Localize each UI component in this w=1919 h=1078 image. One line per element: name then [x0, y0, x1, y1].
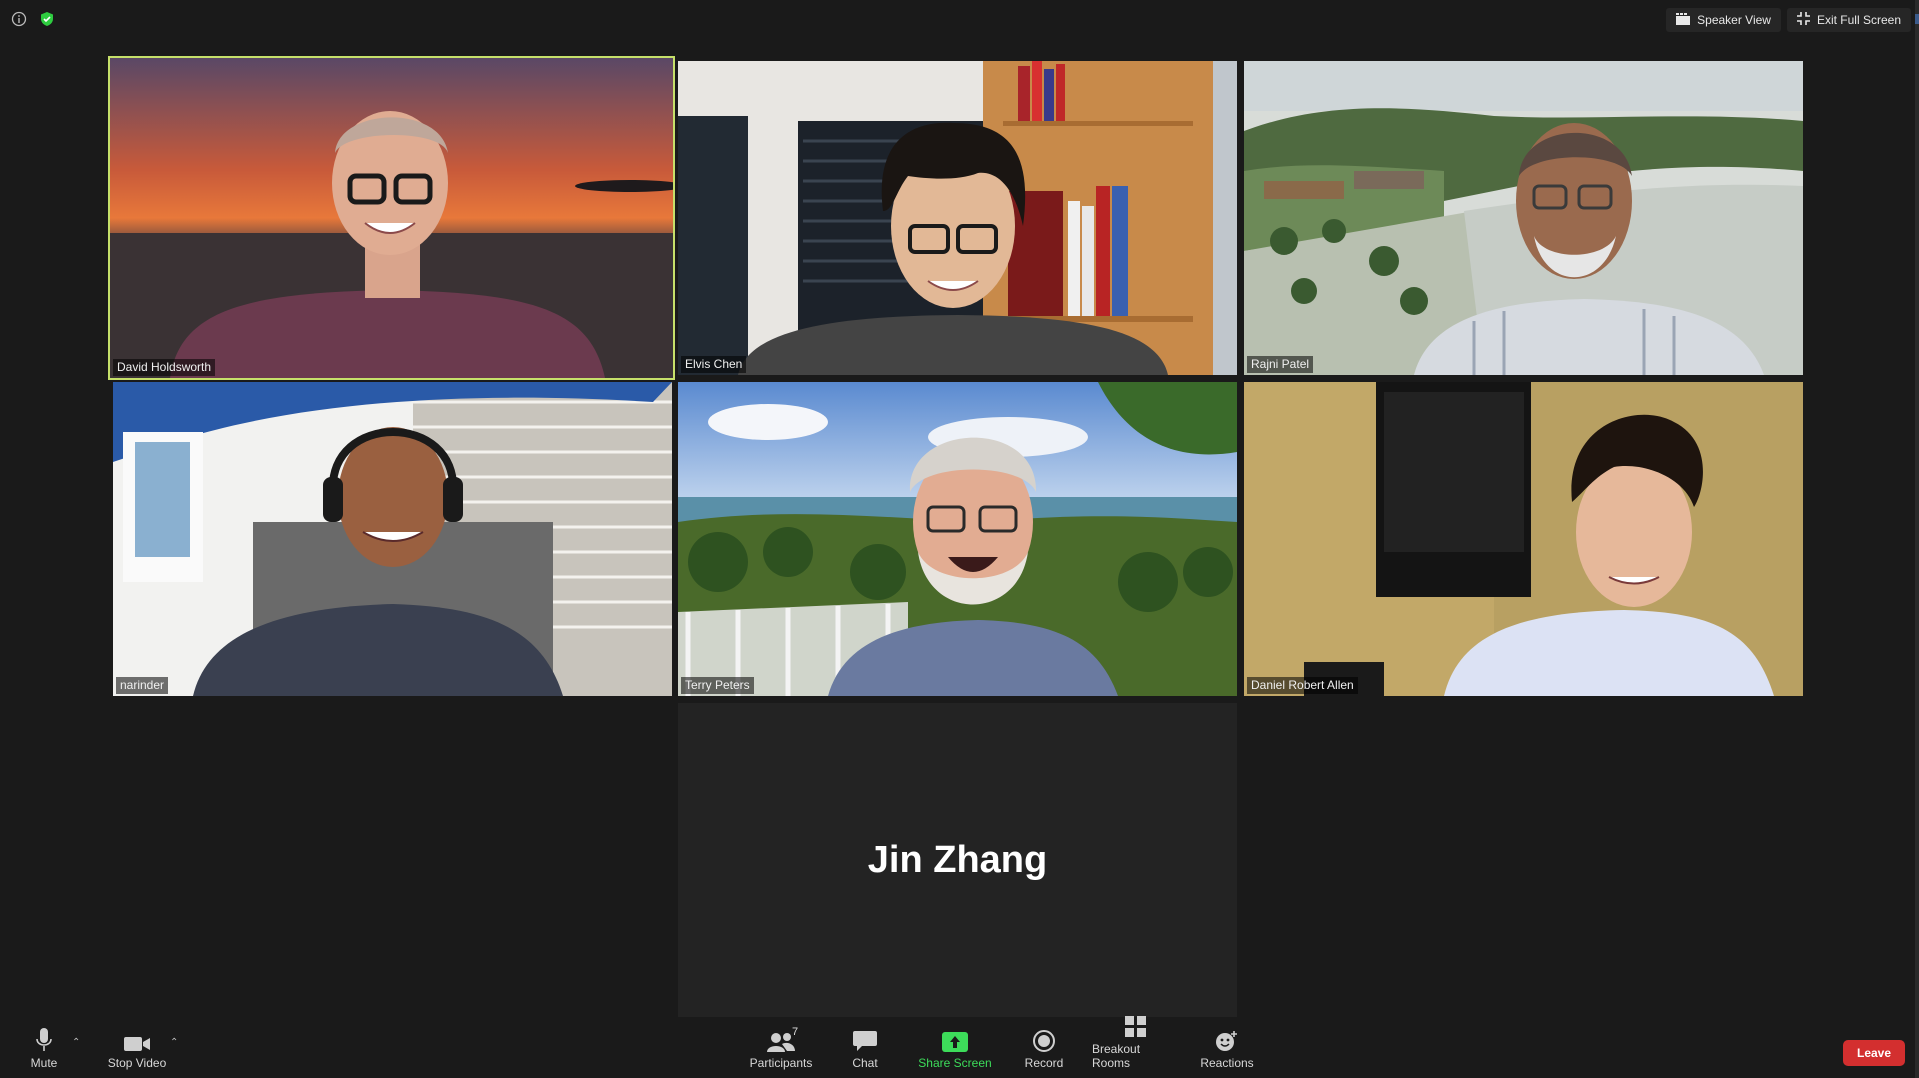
audio-options-caret-icon[interactable]: ⌃: [72, 1037, 80, 1048]
chat-button[interactable]: Chat: [848, 1026, 882, 1070]
mute-label: Mute: [30, 1056, 58, 1070]
mute-button[interactable]: Mute: [28, 1026, 60, 1070]
info-icon[interactable]: [10, 10, 28, 28]
reactions-button[interactable]: Reactions: [1200, 1026, 1254, 1070]
speaker-view-label: Speaker View: [1697, 13, 1771, 27]
video-tile-elvis-chen[interactable]: Elvis Chen: [678, 61, 1237, 375]
video-tile-daniel-robert-allen[interactable]: Daniel Robert Allen: [1244, 382, 1803, 696]
reactions-label: Reactions: [1200, 1056, 1254, 1070]
video-feed: [1244, 61, 1803, 375]
stop-video-label: Stop Video: [107, 1056, 167, 1070]
stop-video-button[interactable]: Stop Video: [104, 1026, 170, 1070]
security-shield-icon[interactable]: [38, 10, 56, 28]
breakout-rooms-icon: [1125, 1012, 1147, 1038]
participants-count: 7: [792, 1026, 799, 1038]
chat-icon: [853, 1026, 877, 1052]
record-label: Record: [1024, 1056, 1064, 1070]
video-tile-narinder[interactable]: narinder: [113, 382, 672, 696]
view-controls: Speaker View Exit Full Screen: [1666, 8, 1911, 32]
participant-name: narinder: [116, 677, 169, 694]
exit-fullscreen-label: Exit Full Screen: [1816, 13, 1901, 27]
share-screen-icon: [942, 1026, 968, 1052]
zoom-meeting-window: Speaker View Exit Full Screen David Hold…: [0, 0, 1919, 1078]
video-options-caret-icon[interactable]: ⌃: [170, 1037, 178, 1048]
exit-fullscreen-button[interactable]: Exit Full Screen: [1786, 8, 1911, 32]
video-tile-rajni-patel[interactable]: Rajni Patel: [1244, 61, 1803, 375]
exit-fullscreen-icon: [1796, 12, 1810, 28]
video-tile-terry-peters[interactable]: Terry Peters: [678, 382, 1237, 696]
participant-name: Rajni Patel: [1247, 356, 1314, 373]
participant-name: Daniel Robert Allen: [1247, 677, 1358, 694]
speaker-view-button[interactable]: Speaker View: [1666, 8, 1781, 32]
video-feed: [678, 382, 1237, 696]
leave-meeting-button[interactable]: Leave: [1843, 1040, 1905, 1066]
participant-name: Terry Peters: [681, 677, 754, 694]
participants-button[interactable]: 7 Participants: [748, 1026, 814, 1070]
record-button[interactable]: Record: [1024, 1026, 1064, 1070]
participant-name: David Holdsworth: [113, 359, 216, 376]
participant-name-placeholder: Jin Zhang: [867, 838, 1048, 881]
video-feed: [113, 382, 672, 696]
video-camera-icon: [124, 1026, 150, 1052]
video-feed: [1244, 382, 1803, 696]
breakout-rooms-button[interactable]: Breakout Rooms: [1092, 1012, 1180, 1070]
participant-name: Elvis Chen: [681, 356, 747, 373]
video-tile-jin-zhang[interactable]: Jin Zhang: [678, 703, 1237, 1017]
participants-label: Participants: [749, 1056, 813, 1070]
scrollbar-thumb[interactable]: [1915, 14, 1919, 24]
video-tile-david-holdsworth[interactable]: David Holdsworth: [108, 56, 675, 380]
top-left-icons: [10, 10, 56, 28]
participants-icon: 7: [758, 1026, 804, 1052]
microphone-icon: [36, 1026, 52, 1052]
scrollbar[interactable]: [1915, 0, 1919, 1078]
chat-label: Chat: [852, 1056, 878, 1070]
video-feed: [110, 58, 673, 378]
share-screen-button[interactable]: Share Screen: [918, 1026, 992, 1070]
speaker-view-icon: [1676, 12, 1691, 28]
record-icon: [1033, 1026, 1055, 1052]
video-feed: [678, 61, 1237, 375]
breakout-rooms-label: Breakout Rooms: [1092, 1042, 1141, 1070]
reactions-smiley-icon: [1215, 1026, 1239, 1052]
share-screen-label: Share Screen: [918, 1056, 992, 1070]
